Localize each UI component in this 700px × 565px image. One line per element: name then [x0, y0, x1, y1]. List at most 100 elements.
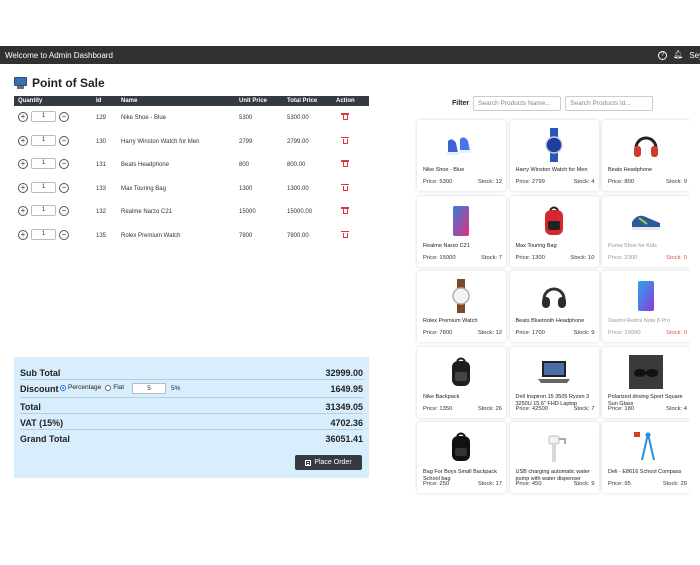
- product-stock: Stock: 9: [666, 179, 687, 185]
- decrease-qty-icon[interactable]: −: [59, 182, 69, 193]
- percentage-label: Percentage: [68, 384, 102, 391]
- help-icon[interactable]: ?: [658, 50, 668, 60]
- discount-value: 1649.95: [330, 384, 363, 394]
- place-order-button[interactable]: Place Order: [295, 455, 362, 470]
- bell-icon[interactable]: 🔔︎: [673, 51, 683, 59]
- product-card[interactable]: Nike Backpack Price: 1350 Stock: 26: [417, 346, 506, 418]
- product-price: Price: 1700: [515, 330, 545, 336]
- product-card[interactable]: Max Touring Bag Price: 1300 Stock: 10: [509, 195, 599, 267]
- decrease-qty-icon[interactable]: −: [59, 229, 69, 240]
- user-name[interactable]: Seyan: [689, 51, 700, 60]
- col-unit-price: Unit Price: [239, 98, 268, 104]
- item-total-price: 800.00: [287, 162, 306, 169]
- watch-blue-icon: [534, 128, 574, 162]
- total-row: Total 31349.05: [20, 398, 363, 414]
- item-name: Realme Narzo C21: [121, 209, 173, 216]
- vat-label: VAT (15%): [20, 418, 64, 428]
- product-card[interactable]: Harry Winston Watch for Men Price: 2799 St…: [509, 120, 599, 191]
- item-unit-price: 800: [239, 162, 250, 169]
- watch-brown-icon: [441, 279, 481, 313]
- cart-row: +1− 131 Beats Headphone 800 800.00: [14, 153, 369, 177]
- product-card[interactable]: Bag For Boys Small Backpack School bag Pr…: [417, 422, 506, 493]
- product-card[interactable]: Rolex Premium Watch Price: 7800 Stock: 12: [417, 271, 506, 342]
- product-card[interactable]: Deli - E8616 School Compass Price: 95 Stoc…: [602, 422, 690, 493]
- product-price: Price: 19990: [608, 330, 641, 336]
- product-price: Price: 42500: [515, 405, 549, 412]
- headphone-red-icon: [626, 129, 666, 161]
- item-id: 135: [96, 232, 107, 239]
- vat-row: VAT (15%) 4702.36: [20, 414, 363, 430]
- product-card[interactable]: Realme Narzo C21 Price: 15000 Stock: 7: [417, 195, 506, 267]
- product-price: Price: 2300: [608, 254, 638, 261]
- product-price: Price: 800: [608, 179, 635, 185]
- increase-qty-icon[interactable]: +: [18, 182, 28, 193]
- item-id: 132: [96, 209, 107, 216]
- quantity-input[interactable]: 1: [31, 134, 56, 146]
- backpack-small-icon: [441, 431, 481, 463]
- product-card[interactable]: Beats Headphone Price: 800 Stock: 9: [602, 120, 690, 191]
- trash-icon[interactable]: [341, 183, 349, 191]
- product-name: Max Touring Bag: [515, 242, 557, 249]
- item-id: 130: [96, 138, 107, 145]
- shoe-blue-icon: [441, 129, 481, 161]
- increase-qty-icon[interactable]: +: [18, 206, 28, 217]
- headphone-black-icon: [534, 280, 574, 312]
- place-order-label: Place Order: [314, 459, 352, 466]
- col-name: Name: [121, 98, 138, 104]
- increase-qty-icon[interactable]: +: [18, 135, 28, 146]
- product-card[interactable]: Xiaomi Redmi Note 8 Pro Price: 19990 Stock…: [602, 271, 690, 342]
- search-name-input[interactable]: Search Products Name...: [473, 96, 562, 111]
- discount-label: Discount: [20, 384, 59, 394]
- item-name: Nike Shoe - Blue: [121, 115, 167, 121]
- increase-qty-icon[interactable]: +: [18, 159, 28, 170]
- item-unit-price: 1300: [239, 185, 253, 192]
- increase-qty-icon[interactable]: +: [18, 112, 28, 122]
- product-card[interactable]: Beats Bluetooth Headphone Price: 1700 Stoc…: [509, 271, 599, 342]
- product-price: Price: 15000: [423, 254, 456, 261]
- decrease-qty-icon[interactable]: −: [59, 112, 69, 122]
- cart-row: +1− 132 Realme Narzo C21 15000 15000.00: [14, 200, 369, 224]
- quantity-input[interactable]: 1: [31, 181, 56, 193]
- quantity-input[interactable]: 1: [31, 205, 56, 217]
- item-total-price: 7800.00: [287, 232, 309, 239]
- item-id: 133: [96, 185, 107, 192]
- item-unit-price: 15000: [239, 209, 256, 216]
- product-card[interactable]: Nike Shoe - Blue Price: 5300 Stock: 12: [417, 120, 506, 191]
- trash-icon[interactable]: [341, 113, 349, 120]
- item-unit-price: 2799: [239, 138, 253, 145]
- quantity-input[interactable]: 1: [31, 111, 56, 122]
- decrease-qty-icon[interactable]: −: [59, 206, 69, 217]
- percentage-radio[interactable]: [60, 384, 66, 391]
- trash-icon[interactable]: [341, 136, 349, 144]
- discount-row: Discount Percentage Flat 5 5% 1649.95: [20, 380, 363, 398]
- flat-radio[interactable]: [105, 384, 112, 391]
- trash-icon[interactable]: [341, 230, 349, 238]
- phone-pink-icon: [441, 205, 481, 237]
- col-total-price: Total Price: [287, 98, 318, 104]
- product-name: Beats Headphone: [608, 167, 653, 173]
- decrease-qty-icon[interactable]: −: [59, 135, 69, 146]
- product-stock: Stock: 9: [573, 330, 595, 336]
- water-pump-icon: [534, 431, 574, 463]
- trash-icon[interactable]: [341, 160, 349, 168]
- item-id: 131: [96, 162, 107, 169]
- product-card[interactable]: Dell Inspiron 15 3505 Ryzen 3 3250U 15.6…: [509, 346, 599, 418]
- increase-qty-icon[interactable]: +: [18, 229, 28, 240]
- product-card[interactable]: Puma Shoe for Kids Price: 2300 Stock: 0: [602, 195, 690, 267]
- col-quantity: Quantity: [18, 98, 43, 104]
- discount-input[interactable]: 5: [132, 383, 166, 394]
- quantity-input[interactable]: 1: [31, 158, 56, 170]
- product-stock: Stock: 17: [477, 481, 502, 487]
- quantity-input[interactable]: 1: [31, 228, 56, 240]
- trash-icon[interactable]: [341, 207, 349, 215]
- item-name: Max Touring Bag: [121, 185, 166, 192]
- top-bar: Welcome to Admin Dashboard ? 🔔︎ Seyan: [0, 46, 700, 64]
- item-unit-price: 7800: [239, 232, 253, 239]
- product-stock: Stock: 12: [477, 179, 502, 185]
- product-card[interactable]: Polarized driving Sport Square Sun Glass…: [602, 346, 690, 418]
- product-name: Nike Shoe - Blue: [423, 167, 465, 173]
- product-card[interactable]: USB charging automatic water pump with w…: [509, 422, 599, 493]
- decrease-qty-icon[interactable]: −: [59, 159, 69, 170]
- search-id-input[interactable]: Search Products Id...: [565, 96, 654, 111]
- item-total-price: 1300.00: [287, 185, 309, 192]
